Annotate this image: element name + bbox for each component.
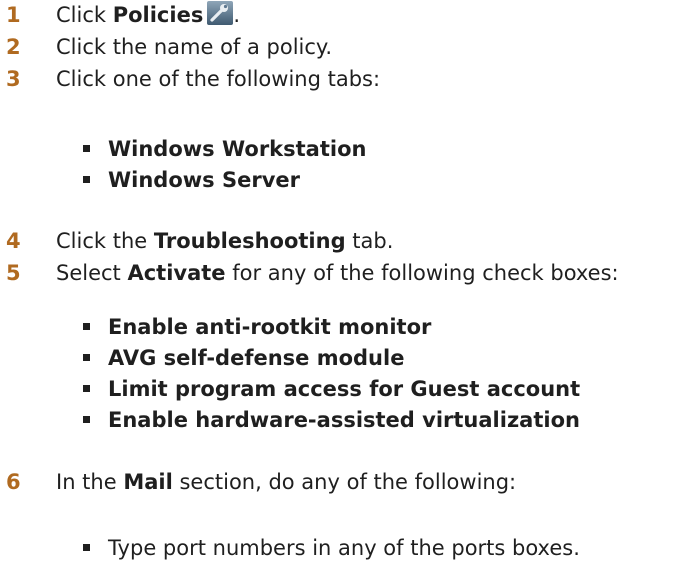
step-number: 1 xyxy=(6,3,21,27)
bullet-marker xyxy=(83,323,90,330)
bullet-marker xyxy=(83,176,90,183)
step-text: Click one of the following tabs: xyxy=(56,67,381,91)
bullet-text: Type port numbers in any of the ports bo… xyxy=(108,536,580,560)
wrench-icon xyxy=(207,1,234,25)
bullet-marker xyxy=(83,385,90,392)
activate-label: Activate xyxy=(127,261,226,285)
troubleshooting-label: Troubleshooting xyxy=(153,229,346,253)
bullet-text: Limit program access for Guest account xyxy=(108,377,581,401)
bullet-text: Windows Server xyxy=(108,168,300,192)
step-number: 3 xyxy=(6,67,21,91)
step-text: Click the name of a policy. xyxy=(56,35,333,59)
bullet-marker xyxy=(83,354,90,361)
bullet-text: AVG self-defense module xyxy=(108,346,405,370)
step-number: 5 xyxy=(6,261,21,285)
step-number: 2 xyxy=(6,35,21,59)
step-text: In the Mail section, do any of the follo… xyxy=(56,470,517,494)
policies-label: Policies xyxy=(112,3,204,27)
bullet-text: Windows Workstation xyxy=(108,137,367,161)
step-number: 6 xyxy=(6,470,21,494)
bullet-marker xyxy=(83,544,90,551)
bullet-text: Enable hardware-assisted virtualization xyxy=(108,408,580,432)
bullet-text: Enable anti-rootkit monitor xyxy=(108,315,432,339)
step-number: 4 xyxy=(6,229,21,253)
mail-label: Mail xyxy=(123,470,173,494)
instructions-document: 1 Click Policies. 2 Click the name of a … xyxy=(0,0,683,571)
step-text: Click Policies. xyxy=(56,1,241,27)
bullet-marker xyxy=(83,145,90,152)
step-text: Select Activate for any of the following… xyxy=(56,261,619,285)
step-text: Click the Troubleshooting tab. xyxy=(56,229,394,253)
bullet-marker xyxy=(83,416,90,423)
